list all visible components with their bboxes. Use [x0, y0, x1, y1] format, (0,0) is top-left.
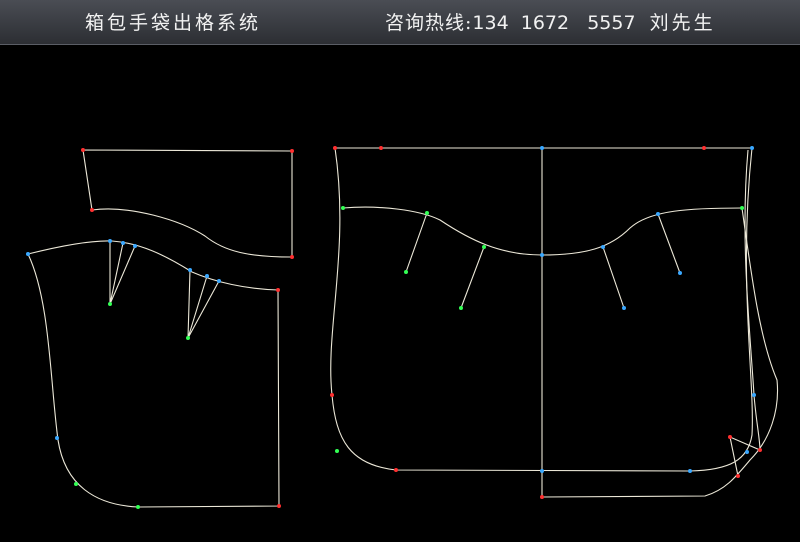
app-title: 箱包手袋出格系统	[85, 12, 262, 34]
pattern-piece-top-left[interactable]	[81, 148, 294, 259]
hotline: 咨询热线:134 1672 5557 刘先生	[385, 8, 716, 35]
hotline-number: 134 1672 5557	[472, 12, 636, 34]
app-window: 箱包手袋出格系统 咨询热线:134 1672 5557 刘先生	[0, 0, 800, 538]
pattern-canvas[interactable]	[0, 45, 800, 538]
pattern-piece-bottom-left[interactable]	[26, 239, 281, 509]
contact-name: 刘先生	[649, 12, 716, 34]
hotline-label: 咨询热线:	[385, 12, 473, 34]
pattern-piece-main[interactable]	[330, 146, 779, 499]
title-bar: 箱包手袋出格系统 咨询热线:134 1672 5557 刘先生	[0, 0, 800, 45]
